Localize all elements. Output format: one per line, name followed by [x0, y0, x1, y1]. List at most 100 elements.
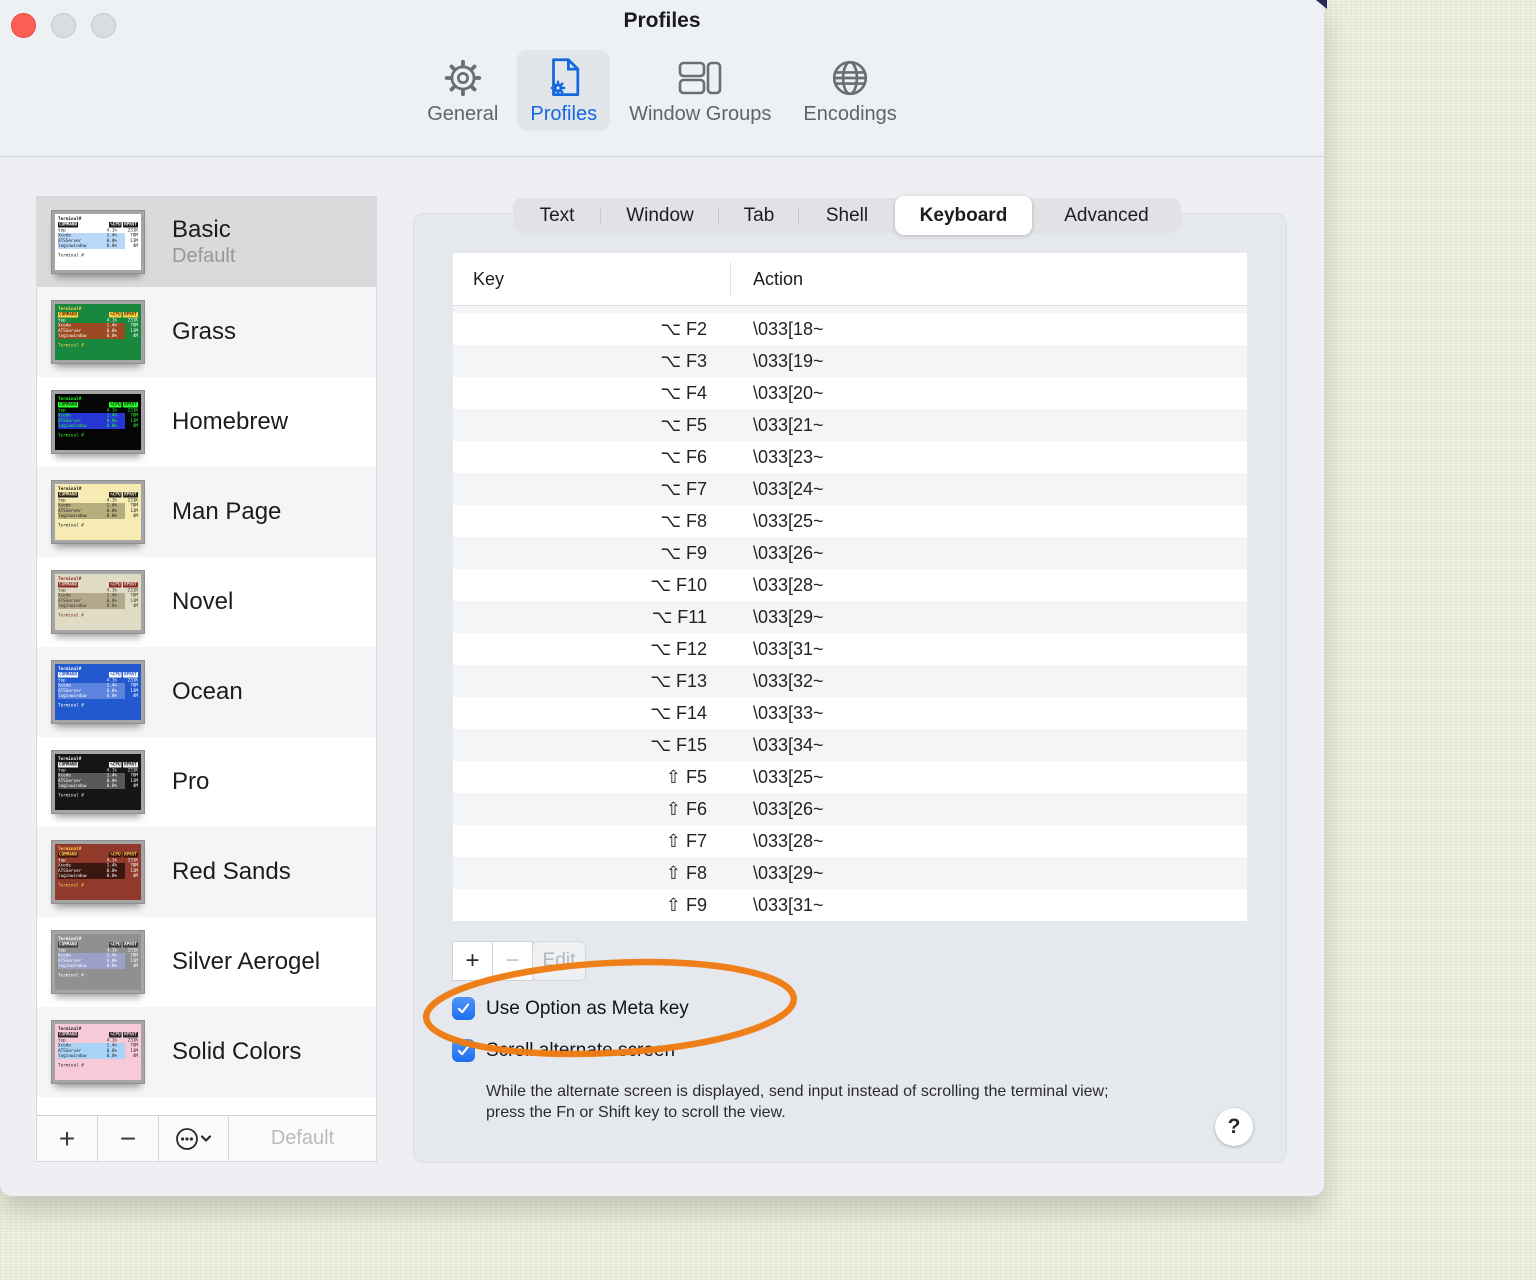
add-profile-button[interactable]: + — [37, 1116, 98, 1161]
table-row[interactable]: ⇧ F8 \033[29~ — [453, 857, 1247, 889]
key-cell: ⌥ F10 — [650, 574, 707, 595]
action-cell: \033[29~ — [753, 606, 824, 627]
profile-thumbnail: Terminal# COMMAND %CPU RPRVT top 4.1% 231K… — [51, 390, 145, 454]
action-cell: \033[31~ — [753, 894, 824, 915]
key-cell: ⌥ F13 — [650, 670, 707, 691]
profile-row-novel[interactable]: Terminal# COMMAND %CPU RPRVT top 4.1% 231K… — [37, 557, 376, 647]
key-cell: ⌥ F9 — [660, 542, 707, 563]
table-row[interactable]: ⌥ F7 \033[24~ — [453, 473, 1247, 505]
tab-keyboard[interactable]: Keyboard — [895, 196, 1032, 235]
action-cell: \033[25~ — [753, 510, 824, 531]
remove-key-button[interactable]: − — [492, 941, 533, 981]
profile-thumbnail: Terminal# COMMAND %CPU RPRVT top 4.1% 231K… — [51, 480, 145, 544]
action-cell: \033[26~ — [753, 542, 824, 563]
profile-default-badge: Default — [172, 245, 236, 267]
tab-shell[interactable]: Shell — [799, 198, 895, 233]
key-cell: ⇧ F8 — [665, 862, 707, 883]
preferences-window: Profiles General Profiles Window Groups … — [0, 0, 1324, 1196]
ellipsis-circle-chevron-icon — [176, 1127, 212, 1150]
table-row[interactable]: ⌥ F5 \033[21~ — [453, 409, 1247, 441]
toolbar-item-profiles[interactable]: Profiles — [517, 50, 611, 131]
table-row[interactable]: ⌥ F3 \033[19~ — [453, 345, 1247, 377]
action-cell: \033[28~ — [753, 830, 824, 851]
remove-profile-button[interactable]: − — [98, 1116, 159, 1161]
profile-thumbnail: Terminal# COMMAND %CPU RPRVT top 4.1% 231K… — [51, 570, 145, 634]
profile-row-solid-colors[interactable]: Terminal# COMMAND %CPU RPRVT top 4.1% 231K… — [37, 1007, 376, 1097]
gear-icon — [444, 57, 482, 99]
table-row[interactable]: ⌥ F15 \033[34~ — [453, 729, 1247, 761]
profile-thumbnail: Terminal# COMMAND %CPU RPRVT top 4.1% 231K… — [51, 930, 145, 994]
action-cell: \033[32~ — [753, 670, 824, 691]
key-cell: ⌥ F8 — [660, 510, 707, 531]
toolbar-item-general[interactable]: General — [414, 50, 511, 131]
profile-thumbnail: Terminal# COMMAND %CPU RPRVT top 4.1% 231K… — [51, 210, 145, 274]
key-action-table: Key Action ⌥ F2 \033[18~ ⌥ F3 \033[19~ ⌥… — [453, 253, 1247, 921]
profile-name: Pro — [172, 768, 210, 795]
table-row[interactable]: ⇧ F7 \033[28~ — [453, 825, 1247, 857]
titlebar: Profiles General Profiles Window Groups … — [0, 0, 1324, 157]
checkbox-scroll-alternate-screen[interactable]: Scroll alternate screen — [452, 1039, 675, 1062]
action-cell: \033[26~ — [753, 798, 824, 819]
profile-name: Ocean — [172, 678, 243, 705]
desktop: { "window": { "title": "Profiles" }, "to… — [0, 0, 1536, 1280]
table-row[interactable]: ⇧ F6 \033[26~ — [453, 793, 1247, 825]
table-row[interactable]: ⌥ F2 \033[18~ — [453, 313, 1247, 345]
key-cell: ⇧ F5 — [665, 766, 707, 787]
scroll-alternate-help-text: While the alternate screen is displayed,… — [486, 1083, 1109, 1121]
toolbar-item-encodings[interactable]: Encodings — [790, 50, 909, 131]
key-cell: ⌥ F14 — [650, 702, 707, 723]
profile-row-ocean[interactable]: Terminal# COMMAND %CPU RPRVT top 4.1% 231K… — [37, 647, 376, 737]
table-row[interactable]: ⌥ F13 \033[32~ — [453, 665, 1247, 697]
table-row[interactable]: ⌥ F9 \033[26~ — [453, 537, 1247, 569]
column-header-key: Key — [473, 268, 505, 289]
column-divider — [730, 262, 731, 296]
profiles-doc-icon — [544, 57, 584, 99]
action-cell: \033[28~ — [753, 574, 824, 595]
profile-actions-button[interactable] — [159, 1116, 229, 1161]
key-cell: ⌥ F3 — [660, 350, 707, 371]
profile-thumbnail: Terminal# COMMAND %CPU RPRVT top 4.1% 231K… — [51, 1020, 145, 1084]
checkmark-icon — [457, 1045, 470, 1056]
default-button[interactable]: Default — [229, 1116, 376, 1161]
key-cell: ⇧ F7 — [665, 830, 707, 851]
table-row[interactable]: ⌥ F4 \033[20~ — [453, 377, 1247, 409]
table-body: ⌥ F2 \033[18~ ⌥ F3 \033[19~ ⌥ F4 \033[20… — [453, 313, 1247, 921]
preferences-toolbar: General Profiles Window Groups Encodings — [0, 50, 1324, 131]
table-row[interactable]: ⇧ F9 \033[31~ — [453, 889, 1247, 921]
profile-row-grass[interactable]: Terminal# COMMAND %CPU RPRVT top 4.1% 231K… — [37, 287, 376, 377]
profile-name: Red Sands — [172, 858, 291, 885]
table-row[interactable]: ⇧ F5 \033[25~ — [453, 761, 1247, 793]
profile-row-homebrew[interactable]: Terminal# COMMAND %CPU RPRVT top 4.1% 231K… — [37, 377, 376, 467]
profile-row-silver-aerogel[interactable]: Terminal# COMMAND %CPU RPRVT top 4.1% 231K… — [37, 917, 376, 1007]
tab-advanced[interactable]: Advanced — [1032, 198, 1181, 233]
profile-name: Homebrew — [172, 408, 289, 435]
table-row[interactable]: ⌥ F10 \033[28~ — [453, 569, 1247, 601]
key-cell: ⌥ F12 — [650, 638, 707, 659]
profile-row-man-page[interactable]: Terminal# COMMAND %CPU RPRVT top 4.1% 231K… — [37, 467, 376, 557]
tab-window[interactable]: Window — [601, 198, 719, 233]
table-row[interactable]: ⌥ F12 \033[31~ — [453, 633, 1247, 665]
checkbox-use-option-as-meta-key[interactable]: Use Option as Meta key — [452, 997, 689, 1020]
table-row[interactable]: ⌥ F8 \033[25~ — [453, 505, 1247, 537]
table-row[interactable]: ⌥ F14 \033[33~ — [453, 697, 1247, 729]
table-row[interactable]: ⌥ F6 \033[23~ — [453, 441, 1247, 473]
profile-row-pro[interactable]: Terminal# COMMAND %CPU RPRVT top 4.1% 231K… — [37, 737, 376, 827]
tab-text[interactable]: Text — [513, 198, 601, 233]
tab-tab[interactable]: Tab — [719, 198, 799, 233]
window-groups-icon — [678, 57, 722, 99]
toolbar-item-window-groups[interactable]: Window Groups — [616, 50, 784, 131]
add-key-button[interactable]: + — [452, 941, 493, 981]
profile-list: Terminal# COMMAND %CPU RPRVT top 4.1% 231K… — [36, 196, 377, 1162]
key-cell: ⌥ F5 — [660, 414, 707, 435]
action-cell: \033[19~ — [753, 350, 824, 371]
help-button[interactable]: ? — [1215, 1108, 1253, 1146]
table-header: Key Action — [453, 253, 1247, 306]
profile-name: Novel — [172, 588, 234, 615]
profile-row-basic[interactable]: Terminal# COMMAND %CPU RPRVT top 4.1% 231K… — [37, 197, 376, 287]
action-cell: \033[20~ — [753, 382, 824, 403]
profile-row-red-sands[interactable]: Terminal# COMMAND %CPU RPRVT top 4.1% 231K… — [37, 827, 376, 917]
checkbox — [452, 1039, 475, 1062]
globe-icon — [830, 57, 870, 99]
table-row[interactable]: ⌥ F11 \033[29~ — [453, 601, 1247, 633]
edit-key-button[interactable]: Edit — [532, 941, 586, 981]
